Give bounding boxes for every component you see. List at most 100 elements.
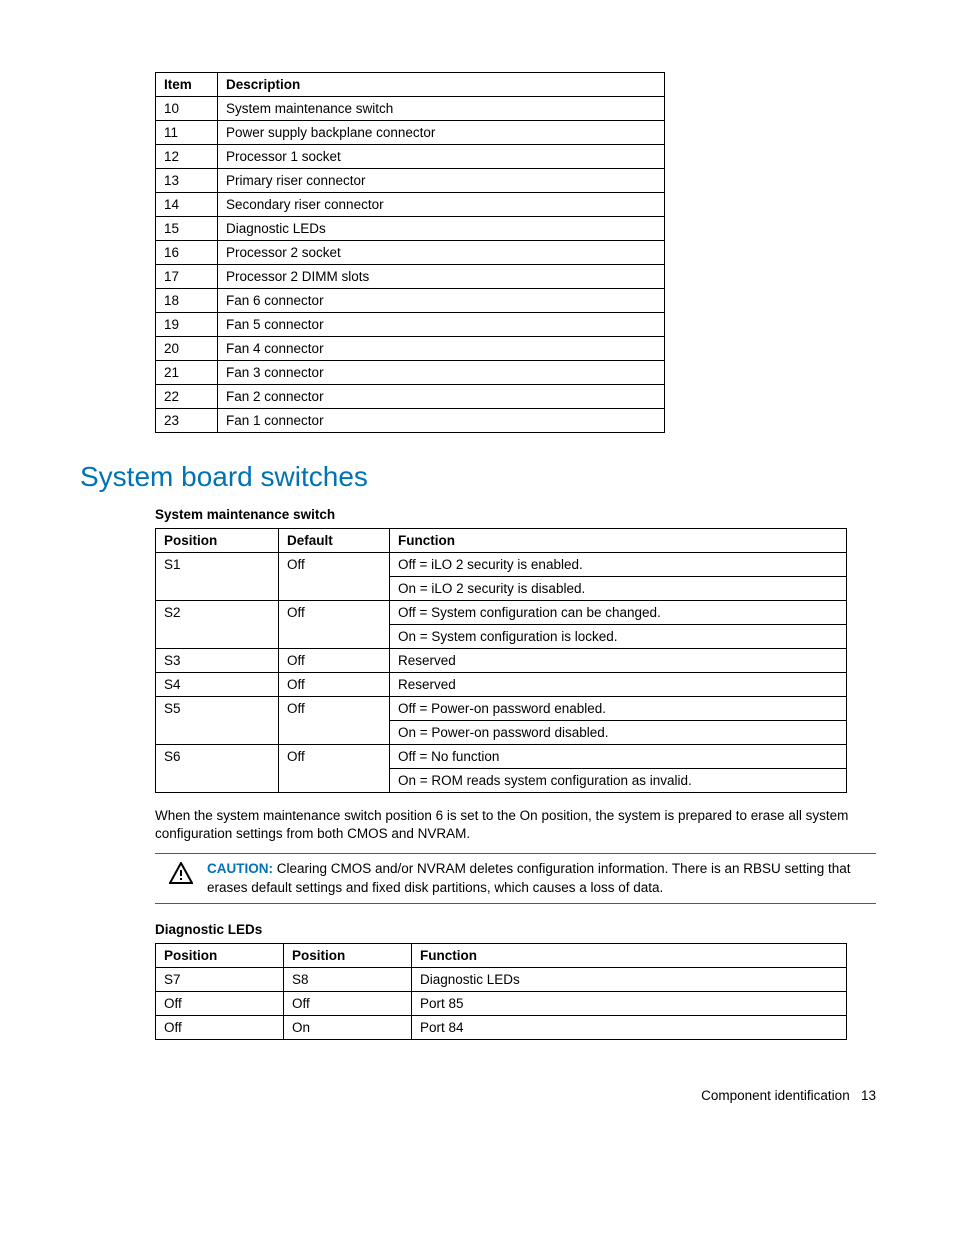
table-cell: Off xyxy=(279,673,390,697)
table-cell: Off xyxy=(279,745,390,793)
table-cell: Off = Power-on password enabled. xyxy=(390,697,847,721)
table-row: S5OffOff = Power-on password enabled. xyxy=(156,697,847,721)
table-cell: Port 85 xyxy=(412,991,847,1015)
table-cell: On = iLO 2 security is disabled. xyxy=(390,577,847,601)
table-cell: Fan 1 connector xyxy=(218,409,665,433)
table-cell: 20 xyxy=(156,337,218,361)
caution-block: CAUTION: Clearing CMOS and/or NVRAM dele… xyxy=(155,853,876,903)
table-cell: Fan 6 connector xyxy=(218,289,665,313)
table-cell: Processor 2 socket xyxy=(218,241,665,265)
section-heading: System board switches xyxy=(80,461,876,493)
table-cell: Fan 2 connector xyxy=(218,385,665,409)
table-row: 10System maintenance switch xyxy=(156,97,665,121)
table-cell: 19 xyxy=(156,313,218,337)
table-cell: S5 xyxy=(156,697,279,745)
table-cell: Fan 4 connector xyxy=(218,337,665,361)
table-cell: 16 xyxy=(156,241,218,265)
table-cell: Off xyxy=(284,991,412,1015)
table-cell: Processor 2 DIMM slots xyxy=(218,265,665,289)
maintenance-switch-table: Position Default Function S1OffOff = iLO… xyxy=(155,528,847,793)
table-cell: 23 xyxy=(156,409,218,433)
table-row: 23Fan 1 connector xyxy=(156,409,665,433)
table-cell: S6 xyxy=(156,745,279,793)
explanatory-paragraph: When the system maintenance switch posit… xyxy=(155,807,876,843)
table-row: S4OffReserved xyxy=(156,673,847,697)
caution-icon xyxy=(155,860,207,887)
table-cell: Primary riser connector xyxy=(218,169,665,193)
caution-text: CAUTION: Clearing CMOS and/or NVRAM dele… xyxy=(207,860,876,896)
col-position: Position xyxy=(156,529,279,553)
table-header-row: Position Default Function xyxy=(156,529,847,553)
table-cell: 18 xyxy=(156,289,218,313)
table-row: S6OffOff = No function xyxy=(156,745,847,769)
table-cell: 14 xyxy=(156,193,218,217)
table-cell: On = Power-on password disabled. xyxy=(390,721,847,745)
col-function: Function xyxy=(390,529,847,553)
table-cell: Off = No function xyxy=(390,745,847,769)
table-cell: Secondary riser connector xyxy=(218,193,665,217)
document-page: Item Description 10System maintenance sw… xyxy=(0,0,954,1153)
table-cell: 12 xyxy=(156,145,218,169)
table-cell: Off xyxy=(156,1015,284,1039)
table-cell: Off = System configuration can be change… xyxy=(390,601,847,625)
table-cell: Fan 5 connector xyxy=(218,313,665,337)
footer-page: 13 xyxy=(861,1088,876,1103)
table-row: 11Power supply backplane connector xyxy=(156,121,665,145)
table-row: 18Fan 6 connector xyxy=(156,289,665,313)
table-cell: Diagnostic LEDs xyxy=(218,217,665,241)
table-cell: Power supply backplane connector xyxy=(218,121,665,145)
table-row: 22Fan 2 connector xyxy=(156,385,665,409)
table-cell: Diagnostic LEDs xyxy=(412,967,847,991)
table-cell: 13 xyxy=(156,169,218,193)
table-cell: Reserved xyxy=(390,673,847,697)
table-cell: Fan 3 connector xyxy=(218,361,665,385)
table-row: 20Fan 4 connector xyxy=(156,337,665,361)
table-cell: On = ROM reads system configuration as i… xyxy=(390,769,847,793)
table-cell: 22 xyxy=(156,385,218,409)
table-cell: Off xyxy=(156,991,284,1015)
col-position-a: Position xyxy=(156,943,284,967)
table-cell: S8 xyxy=(284,967,412,991)
table-cell: 17 xyxy=(156,265,218,289)
item-description-table: Item Description 10System maintenance sw… xyxy=(155,72,665,433)
caution-body: Clearing CMOS and/or NVRAM deletes confi… xyxy=(207,861,851,894)
col-description: Description xyxy=(218,73,665,97)
sub-heading-diag: Diagnostic LEDs xyxy=(155,922,876,937)
table-cell: Processor 1 socket xyxy=(218,145,665,169)
sub-heading-sms: System maintenance switch xyxy=(155,507,876,522)
table-row: S1OffOff = iLO 2 security is enabled. xyxy=(156,553,847,577)
table-cell: Off xyxy=(279,697,390,745)
table-row: S3OffReserved xyxy=(156,649,847,673)
col-function: Function xyxy=(412,943,847,967)
table-row: OffOffPort 85 xyxy=(156,991,847,1015)
table-header-row: Position Position Function xyxy=(156,943,847,967)
table-row: 13Primary riser connector xyxy=(156,169,665,193)
table-cell: 11 xyxy=(156,121,218,145)
table-row: 15Diagnostic LEDs xyxy=(156,217,665,241)
table-cell: S7 xyxy=(156,967,284,991)
table-row: S7S8Diagnostic LEDs xyxy=(156,967,847,991)
table-header-row: Item Description xyxy=(156,73,665,97)
diagnostic-leds-table: Position Position Function S7S8Diagnosti… xyxy=(155,943,847,1040)
table-row: OffOnPort 84 xyxy=(156,1015,847,1039)
table-row: 16Processor 2 socket xyxy=(156,241,665,265)
col-default: Default xyxy=(279,529,390,553)
table-cell: Off xyxy=(279,601,390,649)
table-cell: S4 xyxy=(156,673,279,697)
page-footer: Component identification 13 xyxy=(80,1088,876,1103)
table-cell: Port 84 xyxy=(412,1015,847,1039)
table-cell: 21 xyxy=(156,361,218,385)
table-cell: S2 xyxy=(156,601,279,649)
table-row: S2OffOff = System configuration can be c… xyxy=(156,601,847,625)
table-cell: S1 xyxy=(156,553,279,601)
table-row: 14Secondary riser connector xyxy=(156,193,665,217)
col-item: Item xyxy=(156,73,218,97)
table-cell: Off xyxy=(279,649,390,673)
table-row: 12Processor 1 socket xyxy=(156,145,665,169)
table-cell: 15 xyxy=(156,217,218,241)
table-cell: Off xyxy=(279,553,390,601)
table-cell: On xyxy=(284,1015,412,1039)
caution-label: CAUTION: xyxy=(207,861,273,876)
table-cell: S3 xyxy=(156,649,279,673)
table-cell: On = System configuration is locked. xyxy=(390,625,847,649)
